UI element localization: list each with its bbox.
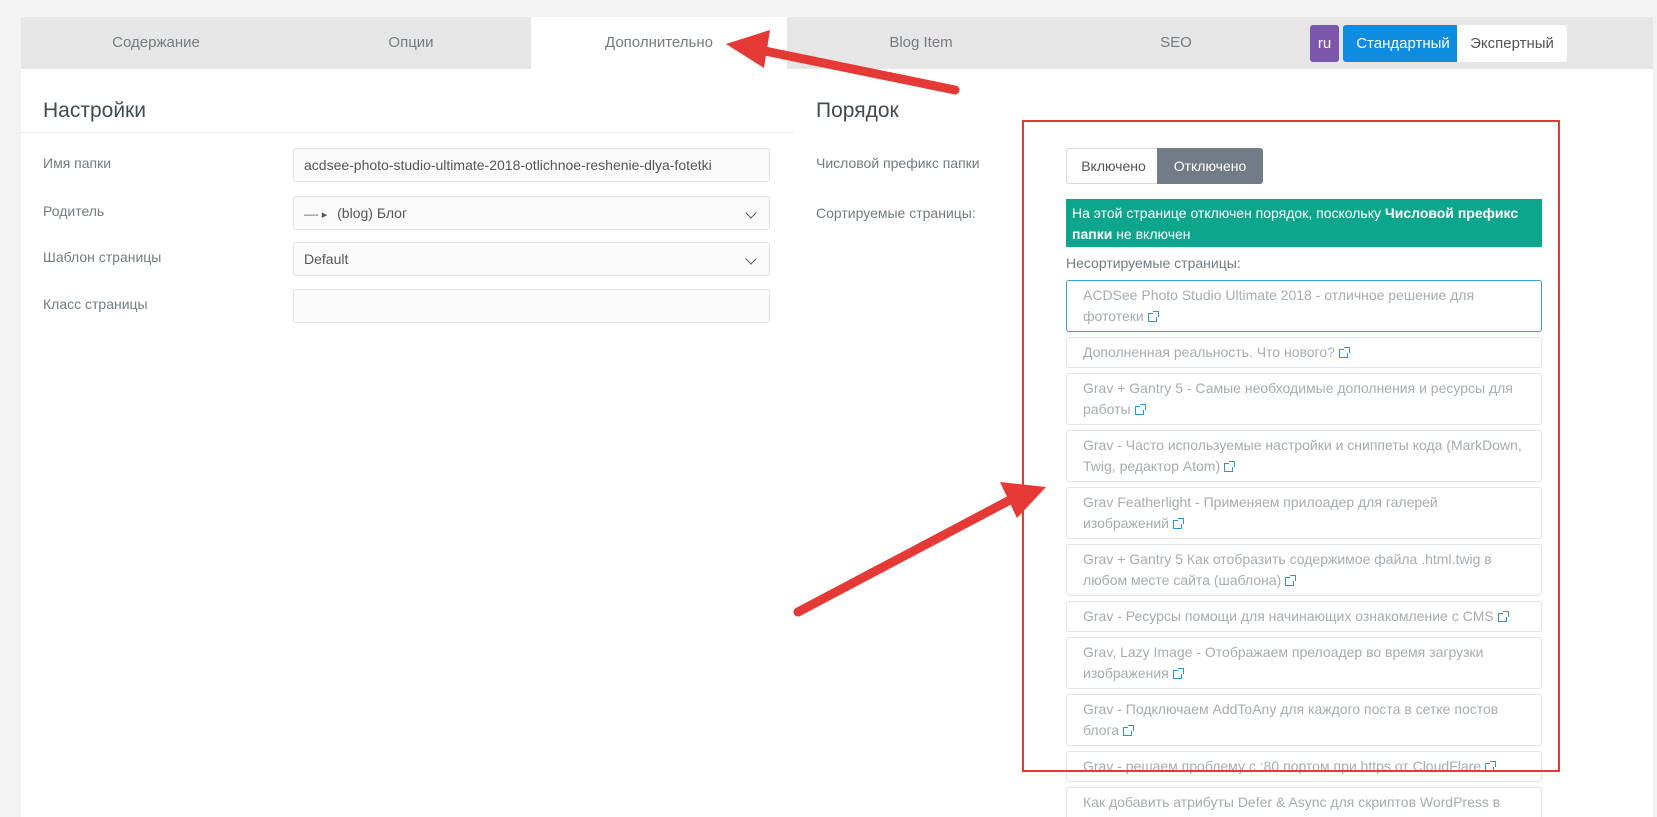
external-link-icon[interactable] (1134, 404, 1146, 415)
settings-title: Настройки (43, 99, 146, 122)
unsortable-pages-list: ACDSee Photo Studio Ultimate 2018 - отли… (1066, 280, 1542, 817)
list-item[interactable]: Grav - решаем проблему с :80 портом при … (1066, 751, 1542, 782)
chevron-down-icon (745, 253, 757, 265)
ordering-disabled-notice: На этой странице отключен порядок, поско… (1066, 199, 1542, 247)
external-link-icon[interactable] (1224, 461, 1236, 472)
prefix-disabled-button[interactable]: Отключено (1157, 148, 1263, 184)
list-item[interactable]: Grav - Часто используемые настройки и сн… (1066, 430, 1542, 482)
list-item[interactable]: ACDSee Photo Studio Ultimate 2018 - отли… (1066, 280, 1542, 332)
external-link-icon[interactable] (1485, 761, 1497, 772)
page-class-input[interactable] (293, 289, 770, 323)
list-item[interactable]: Grav - Подключаем AddToAny для каждого п… (1066, 694, 1542, 746)
list-item[interactable]: Grav + Gantry 5 Как отобразить содержимо… (1066, 544, 1542, 596)
page-template-label: Шаблон страницы (43, 249, 162, 265)
list-item[interactable]: Дополненная реальность. Что нового? (1066, 337, 1542, 368)
parent-select[interactable]: —- ▸ (blog) Блог (293, 196, 770, 230)
external-link-icon[interactable] (1172, 518, 1184, 529)
folder-name-label: Имя папки (43, 155, 112, 171)
tab-advanced[interactable]: Дополнительно (531, 17, 787, 69)
external-link-icon[interactable] (1285, 575, 1297, 586)
external-link-icon[interactable] (1172, 668, 1184, 679)
parent-label: Родитель (43, 203, 105, 219)
page-template-select[interactable]: Default (293, 242, 770, 276)
order-title: Порядок (816, 99, 899, 122)
settings-divider (21, 132, 794, 133)
external-link-icon[interactable] (1497, 611, 1509, 622)
external-link-icon[interactable] (1123, 725, 1135, 736)
tab-seo[interactable]: SEO (1041, 17, 1311, 69)
external-link-icon[interactable] (1147, 311, 1159, 322)
tab-options[interactable]: Опции (276, 17, 546, 69)
page-class-label: Класс страницы (43, 296, 148, 312)
folder-name-input[interactable]: acdsee-photo-studio-ultimate-2018-otlich… (293, 148, 770, 182)
notice-text-end: не включен (1112, 226, 1191, 242)
list-item[interactable]: Grav Featherlight - Применяем прилоадер … (1066, 487, 1542, 539)
parent-value: (blog) Блог (337, 205, 408, 221)
tab-blog-item[interactable]: Blog Item (786, 17, 1056, 69)
tab-bar: Содержание Опции Дополнительно Blog Item… (21, 17, 1653, 69)
numeric-prefix-label: Числовой префикс папки (816, 155, 980, 171)
list-item[interactable]: Grav, Lazy Image - Отображаем прелоадер … (1066, 637, 1542, 689)
chevron-down-icon (745, 207, 757, 219)
list-item[interactable]: Grav - Ресурсы помощи для начинающих озн… (1066, 601, 1542, 632)
standard-mode-button[interactable]: Стандартный (1343, 25, 1463, 62)
list-item[interactable]: Как добавить атрибуты Defer & Async для … (1066, 787, 1542, 817)
external-link-icon[interactable] (1338, 347, 1350, 358)
parent-prefix: —- ▸ (304, 209, 328, 221)
expert-mode-button[interactable]: Экспертный (1457, 25, 1567, 62)
list-item[interactable]: Grav + Gantry 5 - Самые необходимые допо… (1066, 373, 1542, 425)
page-template-value: Default (304, 251, 349, 267)
sortable-pages-label: Сортируемые страницы: (816, 205, 976, 221)
unsortable-pages-label: Несортируемые страницы: (1066, 255, 1241, 271)
language-badge[interactable]: ru (1310, 25, 1339, 62)
notice-text: На этой странице отключен порядок, поско… (1072, 205, 1385, 221)
tab-content[interactable]: Содержание (21, 17, 291, 69)
prefix-enabled-button[interactable]: Включено (1066, 148, 1161, 184)
